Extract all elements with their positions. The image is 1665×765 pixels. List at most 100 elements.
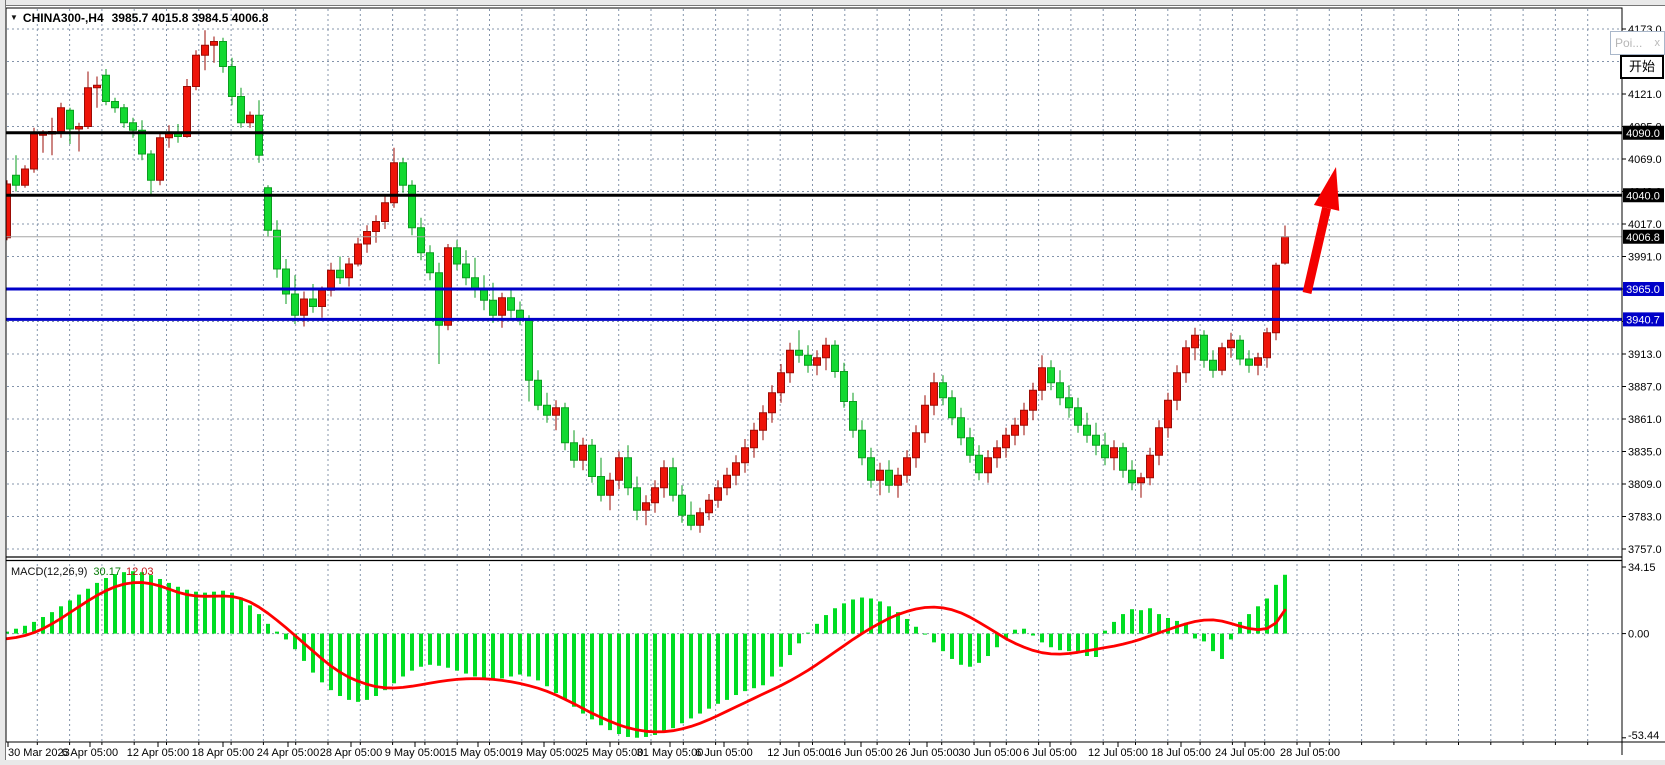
- candle-body: [1264, 333, 1271, 358]
- macd-histogram-bar: [86, 589, 90, 634]
- macd-histogram-bar: [401, 634, 405, 677]
- candle-body: [310, 299, 317, 307]
- candle-body: [868, 458, 875, 481]
- macd-tick-label: 34.15: [1628, 562, 1656, 574]
- macd-histogram-bar: [95, 583, 99, 634]
- candle-body: [328, 270, 335, 290]
- macd-histogram-bar: [446, 634, 450, 668]
- macd-histogram-bar: [1283, 575, 1287, 634]
- candle-body: [229, 67, 236, 97]
- macd-histogram-bar: [536, 634, 540, 681]
- macd-histogram-bar: [1247, 614, 1251, 634]
- macd-histogram-bar: [527, 634, 531, 677]
- macd-histogram-bar: [959, 634, 963, 665]
- candle-body: [742, 448, 749, 463]
- candle-body: [418, 228, 425, 253]
- candle-body: [616, 458, 623, 481]
- macd-histogram-bar: [239, 598, 243, 634]
- macd-histogram-bar: [122, 572, 126, 633]
- macd-histogram-bar: [392, 634, 396, 684]
- macd-histogram-bar: [1220, 634, 1224, 659]
- candle-body: [976, 455, 983, 473]
- macd-histogram-bar: [500, 634, 504, 679]
- macd-histogram-bar: [1031, 634, 1035, 636]
- candle-body: [553, 408, 560, 416]
- candle-body: [427, 253, 434, 273]
- candle-body: [301, 299, 308, 315]
- candle-body: [508, 298, 515, 311]
- macd-tick-label: 0.00: [1628, 629, 1649, 641]
- candle-body: [922, 405, 929, 433]
- candle-body: [499, 298, 506, 316]
- macd-histogram-bar: [1121, 614, 1125, 634]
- macd-histogram-bar: [617, 634, 621, 734]
- candle-body: [355, 244, 362, 264]
- candle-body: [472, 278, 479, 289]
- candle-body: [544, 405, 551, 415]
- candle-body: [706, 500, 713, 513]
- start-button[interactable]: 开始: [1620, 55, 1664, 79]
- macd-histogram-bar: [41, 617, 45, 634]
- macd-histogram-bar: [1148, 608, 1152, 633]
- mt4-chart-window: 4173.04147.04121.04095.04069.04043.04017…: [0, 0, 1665, 765]
- macd-histogram-bar: [986, 634, 990, 656]
- macd-signal-value: 12.03: [126, 566, 154, 578]
- macd-histogram-bar: [248, 605, 252, 633]
- candle-body: [832, 345, 839, 371]
- macd-histogram-bar: [464, 634, 468, 674]
- candle-body: [1192, 335, 1199, 348]
- macd-histogram-bar: [509, 634, 513, 677]
- macd-histogram-bar: [671, 634, 675, 729]
- candle-body: [1183, 348, 1190, 373]
- macd-histogram-bar: [338, 634, 342, 696]
- macd-histogram-bar: [563, 634, 567, 700]
- macd-histogram-bar: [590, 634, 594, 720]
- macd-histogram-bar: [716, 634, 720, 704]
- candle-body: [1048, 368, 1055, 383]
- candle-body: [805, 355, 812, 365]
- candle-body: [31, 134, 38, 169]
- candle-body: [454, 248, 461, 264]
- time-label: 12 Jun 05:00: [767, 747, 831, 759]
- price-tick-label: 3887.0: [1628, 382, 1662, 394]
- candle-body: [958, 418, 965, 438]
- macd-histogram-bar: [752, 634, 756, 689]
- time-label: 16 Jun 05:00: [829, 747, 893, 759]
- candle-body: [346, 264, 353, 278]
- candle-body: [1111, 448, 1118, 458]
- candle-body: [724, 475, 731, 488]
- candle-body: [22, 169, 29, 185]
- candle-body: [607, 480, 614, 495]
- symbol-dropdown-icon[interactable]: ▼: [10, 13, 18, 22]
- price-badge-label: 4006.8: [1626, 232, 1660, 244]
- time-label: 18 Jul 05:00: [1151, 747, 1211, 759]
- candle-body: [148, 154, 155, 180]
- macd-histogram-bar: [131, 571, 135, 633]
- macd-histogram-bar: [194, 592, 198, 634]
- popup-title: Poi...: [1615, 36, 1655, 50]
- candle-body: [598, 477, 605, 496]
- candle-body: [1093, 435, 1100, 445]
- candle-body: [859, 430, 866, 458]
- macd-histogram-bar: [77, 595, 81, 634]
- macd-name: MACD(12,26,9): [11, 566, 87, 578]
- time-label: 9 May 05:00: [385, 747, 446, 759]
- time-label: 24 Apr 05:00: [257, 747, 319, 759]
- macd-histogram-bar: [68, 600, 72, 633]
- time-label: 6 Jul 05:00: [1023, 747, 1077, 759]
- candle-body: [1210, 360, 1217, 370]
- price-tick-label: 4069.0: [1628, 154, 1662, 166]
- symbol-period-label: CHINA300-,H4: [23, 11, 104, 25]
- macd-histogram-bar: [968, 634, 972, 667]
- candle-body: [1255, 358, 1262, 366]
- macd-histogram-bar: [644, 634, 648, 737]
- candle-body: [1246, 359, 1253, 365]
- candle-body: [1129, 470, 1136, 483]
- candle-body: [652, 488, 659, 503]
- macd-histogram-bar: [806, 633, 810, 634]
- macd-histogram-bar: [1076, 634, 1080, 654]
- macd-histogram-bar: [815, 624, 819, 634]
- close-icon[interactable]: x: [1655, 37, 1661, 49]
- macd-histogram-bar: [905, 619, 909, 634]
- candle-body: [787, 350, 794, 373]
